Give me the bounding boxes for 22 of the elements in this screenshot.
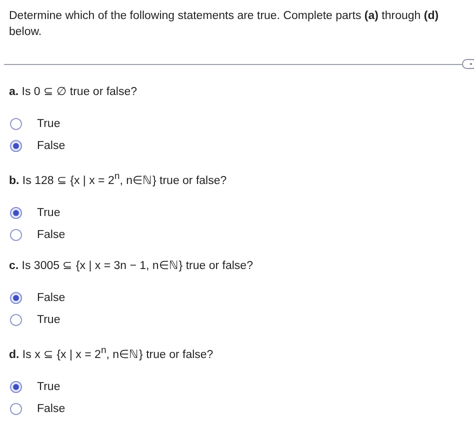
option-label[interactable]: False [37, 292, 66, 304]
option-label[interactable]: True [37, 380, 60, 393]
option-label[interactable]: False [37, 228, 66, 241]
radio-button[interactable] [10, 292, 22, 304]
radio-button[interactable] [10, 314, 22, 326]
radio-button[interactable] [10, 228, 22, 241]
question-text: b. Is 128 ⊆ {x | x = 2$^{n}$, n∈ℕ} true or false? [9, 170, 228, 189]
question-text: d. Is x ⊆ {x | x = 2$^{n}$, n∈ℕ} true or false? [9, 344, 214, 363]
option-label[interactable]: True [37, 206, 60, 219]
option-label[interactable]: False [37, 140, 66, 152]
option-label[interactable]: False [37, 402, 66, 415]
radio-button[interactable] [10, 118, 22, 130]
radio-button[interactable] [10, 380, 22, 393]
radio-button[interactable] [10, 140, 22, 152]
instructions: Determine which of the following statements are true. Complete parts (a) through (d) below. [8, 9, 440, 40]
option-label[interactable]: True [37, 118, 60, 130]
radio-button[interactable] [10, 402, 22, 415]
radio-button[interactable] [10, 206, 22, 219]
collapse-handle-icon[interactable] [462, 59, 474, 69]
question-text: c. Is 3005 ⊆ {x | x = 3n − 1, n∈ℕ} true or false? [9, 258, 254, 274]
question-text: a. Is 0 ⊆ ∅ true or false? [9, 85, 138, 100]
option-label[interactable]: True [37, 314, 60, 326]
